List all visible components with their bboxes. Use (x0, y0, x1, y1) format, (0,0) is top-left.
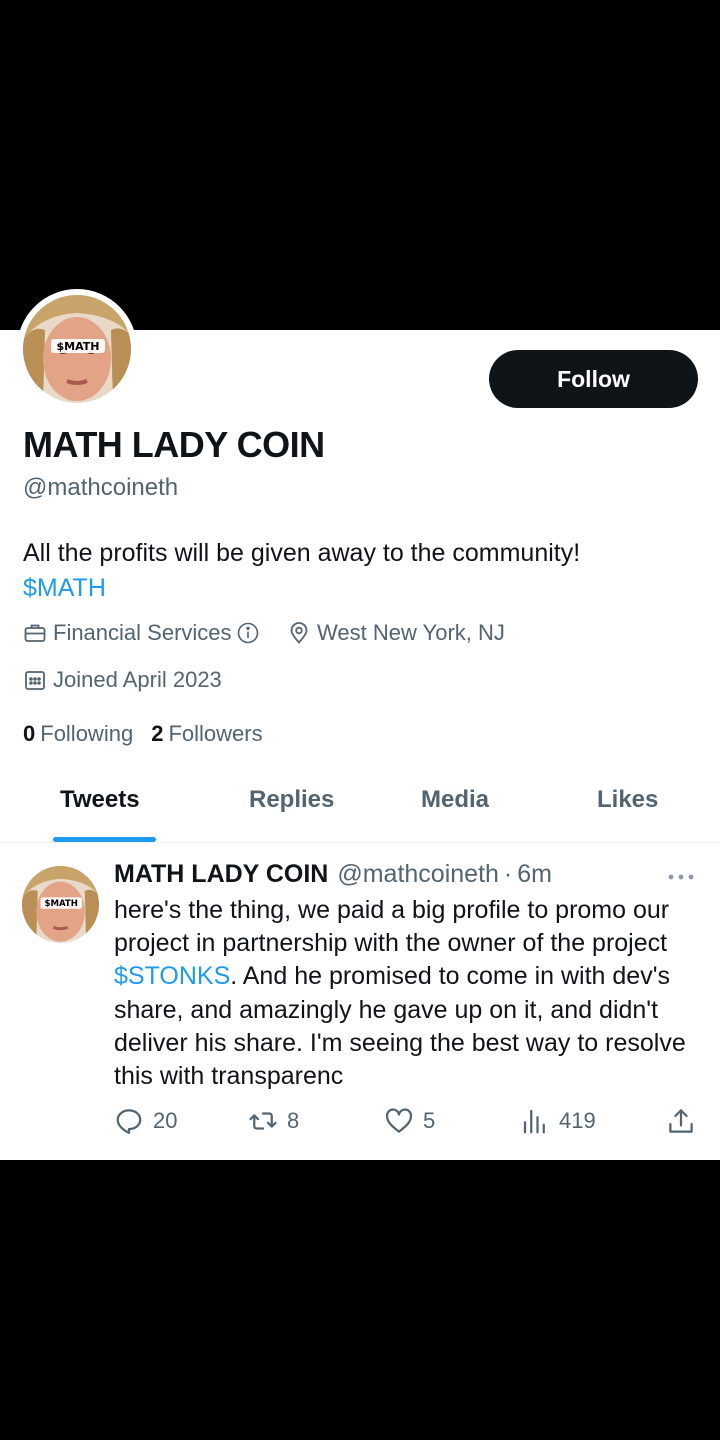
briefcase-icon (24, 624, 46, 642)
followers-label: Followers (168, 721, 263, 746)
followers-count: 2 (151, 721, 164, 746)
share-icon (669, 1109, 693, 1133)
retweet-count: 8 (287, 1108, 300, 1133)
profile-joined: Joined April 2023 (23, 667, 222, 693)
bio-cashtag-link[interactable]: $MATH (23, 571, 683, 606)
profile-handle: @mathcoineth (23, 474, 179, 501)
tab-likes[interactable]: Likes (597, 786, 658, 814)
tweet-author-handle[interactable]: @mathcoineth (337, 860, 499, 889)
location-pin-icon (290, 622, 308, 644)
reply-icon (116, 1109, 142, 1134)
more-icon[interactable] (666, 870, 696, 884)
like-button[interactable]: 5 (384, 1106, 435, 1136)
tab-media[interactable]: Media (421, 786, 489, 814)
category-label: Financial Services (53, 620, 232, 645)
retweet-button[interactable]: 8 (248, 1106, 299, 1136)
profile-avatar[interactable]: $MATH (23, 295, 131, 403)
location-label: West New York, NJ (317, 620, 505, 645)
active-tab-indicator (53, 837, 156, 842)
joined-label: Joined April 2023 (53, 667, 222, 692)
following-label: Following (40, 721, 134, 746)
tweet-author-name[interactable]: MATH LADY COIN (114, 860, 328, 889)
views-count: 419 (559, 1108, 596, 1133)
tweet-body: here's the thing, we paid a big profile … (114, 894, 704, 1093)
views-button[interactable]: 419 (520, 1106, 596, 1136)
share-button[interactable] (666, 1106, 705, 1136)
tweet-header: MATH LADY COIN @mathcoineth · 6m (114, 860, 552, 889)
retweet-icon (249, 1112, 277, 1130)
avatar-label: $MATH (57, 340, 100, 353)
calendar-icon (25, 671, 45, 690)
profile-category: Financial Services (23, 620, 266, 646)
following-count: 0 (23, 721, 36, 746)
profile-bio: All the profits will be given away to th… (23, 536, 683, 606)
followers-link[interactable]: 2 Followers (151, 721, 262, 747)
views-icon (523, 1109, 545, 1134)
tweet-avatar-label: $MATH (45, 899, 78, 909)
reply-button[interactable]: 20 (114, 1106, 177, 1136)
top-black-area (0, 0, 720, 330)
reply-count: 20 (153, 1108, 178, 1133)
tab-replies[interactable]: Replies (249, 786, 334, 814)
bio-text: All the profits will be given away to th… (23, 539, 581, 567)
profile-tabs: Tweets Replies Media Likes (0, 770, 720, 843)
profile-location: West New York, NJ (287, 620, 505, 646)
tweet-separator: · (503, 860, 513, 888)
info-icon[interactable] (236, 621, 260, 645)
follow-stats: 0 Following 2 Followers (23, 721, 281, 747)
tweet-avatar[interactable]: $MATH (22, 866, 99, 943)
heart-icon (385, 1108, 413, 1133)
follow-button[interactable]: Follow (489, 350, 698, 408)
bottom-black-area (0, 1160, 720, 1440)
tab-tweets[interactable]: Tweets (60, 786, 140, 814)
like-count: 5 (423, 1108, 436, 1133)
profile-display-name: MATH LADY COIN (23, 424, 325, 465)
tweet-cashtag-link[interactable]: $STONKS (114, 962, 230, 990)
tweet-text-part1: here's the thing, we paid a big profile … (114, 896, 670, 958)
following-link[interactable]: 0 Following (23, 721, 133, 747)
tweet-timestamp[interactable]: 6m (517, 860, 552, 889)
